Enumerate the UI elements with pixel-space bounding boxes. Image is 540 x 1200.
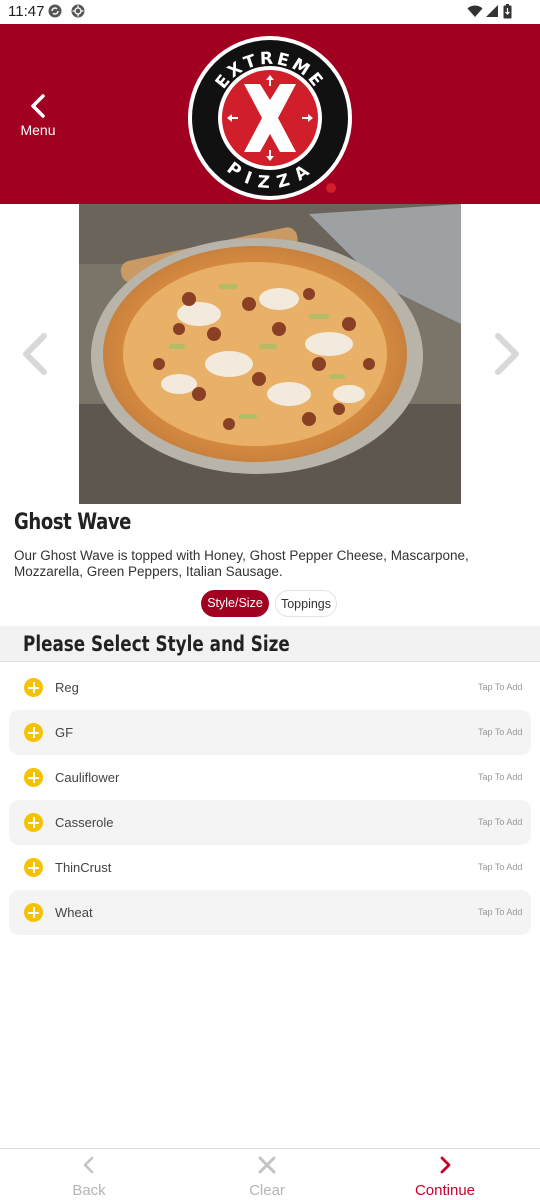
previous-image-arrow[interactable]	[16, 330, 56, 378]
add-icon	[24, 858, 43, 877]
product-description: Our Ghost Wave is topped with Honey, Gho…	[14, 548, 469, 579]
option-hint: Tap To Add	[478, 682, 522, 692]
menu-back-button[interactable]: Menu	[10, 92, 66, 142]
signal-icon	[486, 5, 498, 17]
product-image	[79, 204, 461, 504]
tab-toppings[interactable]: Toppings	[275, 590, 337, 617]
pizza-photo	[79, 204, 461, 504]
back-button[interactable]: Back	[29, 1149, 149, 1200]
battery-icon	[503, 4, 512, 19]
chevron-left-icon	[31, 94, 45, 118]
style-size-list: Reg Tap To Add GF Tap To Add Cauliflower…	[9, 665, 531, 935]
clear-label: Clear	[249, 1182, 285, 1199]
wifi-icon	[467, 5, 483, 17]
status-time: 11:47	[8, 3, 45, 20]
bottom-nav: Back Clear Continue	[0, 1148, 540, 1200]
option-hint: Tap To Add	[478, 817, 522, 827]
list-item[interactable]: Reg Tap To Add	[9, 665, 531, 710]
gear-icon	[71, 4, 85, 18]
option-hint: Tap To Add	[478, 727, 522, 737]
extreme-pizza-logo: EXTREME PIZZA	[188, 36, 352, 200]
close-icon	[258, 1156, 276, 1174]
option-name: Cauliflower	[55, 770, 120, 785]
add-icon	[24, 903, 43, 922]
list-item[interactable]: Wheat Tap To Add	[9, 890, 531, 935]
list-item[interactable]: GF Tap To Add	[9, 710, 531, 755]
add-icon	[24, 813, 43, 832]
add-icon	[24, 723, 43, 742]
option-name: Wheat	[55, 905, 93, 920]
tab-style-size[interactable]: Style/Size	[201, 590, 269, 617]
list-item[interactable]: Casserole Tap To Add	[9, 800, 531, 845]
continue-button[interactable]: Continue	[385, 1149, 505, 1200]
section-title: Please Select Style and Size	[23, 632, 290, 656]
app-header: Menu EXTREME PIZZA	[0, 24, 540, 204]
option-name: GF	[55, 725, 74, 740]
add-icon	[24, 678, 43, 697]
option-name: Reg	[55, 680, 79, 695]
option-hint: Tap To Add	[478, 862, 522, 872]
chevron-left-icon	[83, 1156, 94, 1174]
back-label: Back	[72, 1182, 106, 1199]
product-title: Ghost Wave	[14, 510, 132, 535]
clear-button[interactable]: Clear	[207, 1149, 327, 1200]
list-item[interactable]: Cauliflower Tap To Add	[9, 755, 531, 800]
continue-label: Continue	[414, 1182, 476, 1199]
option-hint: Tap To Add	[478, 772, 522, 782]
chevron-right-icon	[440, 1156, 451, 1174]
sync-icon	[48, 4, 62, 18]
option-name: Casserole	[55, 815, 114, 830]
add-icon	[24, 768, 43, 787]
menu-label: Menu	[20, 122, 56, 138]
status-bar: 11:47	[0, 0, 540, 24]
list-item[interactable]: ThinCrust Tap To Add	[9, 845, 531, 890]
option-name: ThinCrust	[55, 860, 112, 875]
next-image-arrow[interactable]	[486, 330, 526, 378]
option-hint: Tap To Add	[478, 907, 522, 917]
section-header: Please Select Style and Size	[0, 626, 540, 662]
